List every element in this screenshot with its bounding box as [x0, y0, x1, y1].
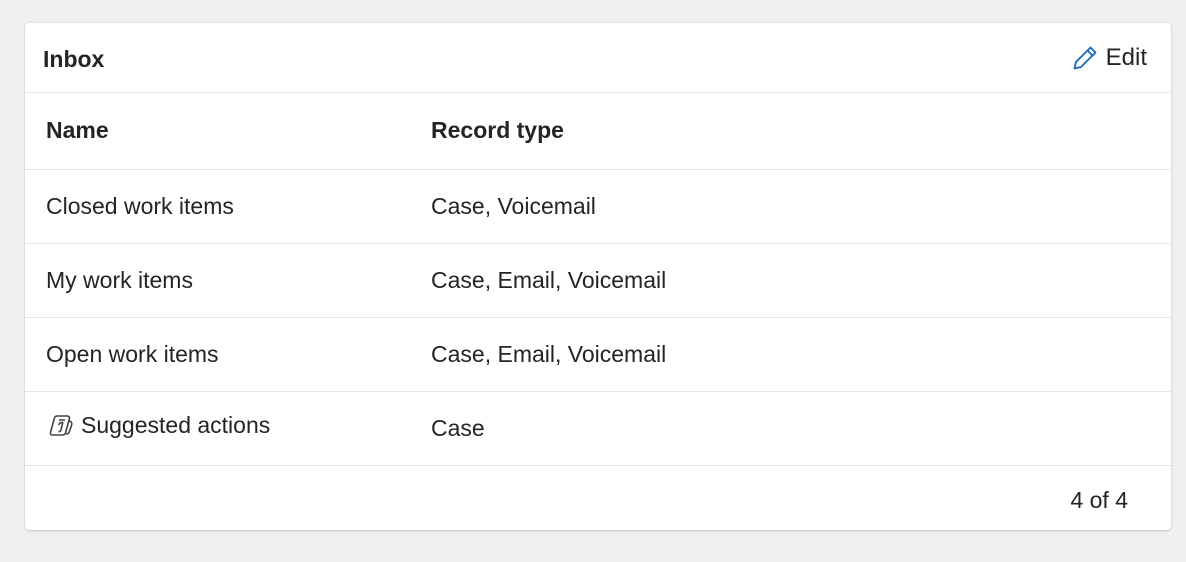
row-name: My work items	[46, 266, 193, 293]
inbox-table: Name Record type Closed work items Case,…	[25, 93, 1171, 466]
pencil-icon	[1070, 43, 1100, 73]
row-name: Closed work items	[46, 192, 234, 219]
card-header: Inbox Edit	[25, 23, 1171, 93]
table-row[interactable]: Suggested actions Case	[25, 391, 1171, 466]
card-title: Inbox	[43, 46, 105, 72]
row-name: Suggested actions	[81, 411, 271, 438]
row-name-with-icon: Suggested actions	[46, 410, 270, 440]
table-footer: 4 of 4	[25, 469, 1171, 530]
edit-button-label: Edit	[1105, 44, 1147, 71]
row-record-type: Case	[410, 391, 1171, 466]
row-name-cell: Suggested actions	[25, 391, 410, 466]
row-record-type: Case, Voicemail	[410, 169, 1171, 244]
table-header-row: Name Record type	[25, 93, 1171, 170]
column-header-record-type[interactable]: Record type	[410, 93, 1171, 170]
table-row[interactable]: My work items Case, Email, Voicemail	[25, 243, 1171, 318]
pager-count: 4 of 4	[1070, 487, 1128, 513]
edit-button[interactable]: Edit	[1070, 43, 1147, 73]
row-record-type: Case, Email, Voicemail	[410, 243, 1171, 318]
row-name-cell: My work items	[25, 243, 410, 318]
row-name-cell: Open work items	[25, 317, 410, 392]
copilot-icon	[46, 410, 76, 440]
column-header-name[interactable]: Name	[25, 93, 410, 170]
inbox-card: Inbox Edit Name Record type Closed work	[25, 23, 1171, 530]
row-name: Open work items	[46, 340, 219, 367]
table-row[interactable]: Open work items Case, Email, Voicemail	[25, 317, 1171, 392]
row-record-type: Case, Email, Voicemail	[410, 317, 1171, 392]
table-row[interactable]: Closed work items Case, Voicemail	[25, 169, 1171, 244]
row-name-cell: Closed work items	[25, 169, 410, 244]
